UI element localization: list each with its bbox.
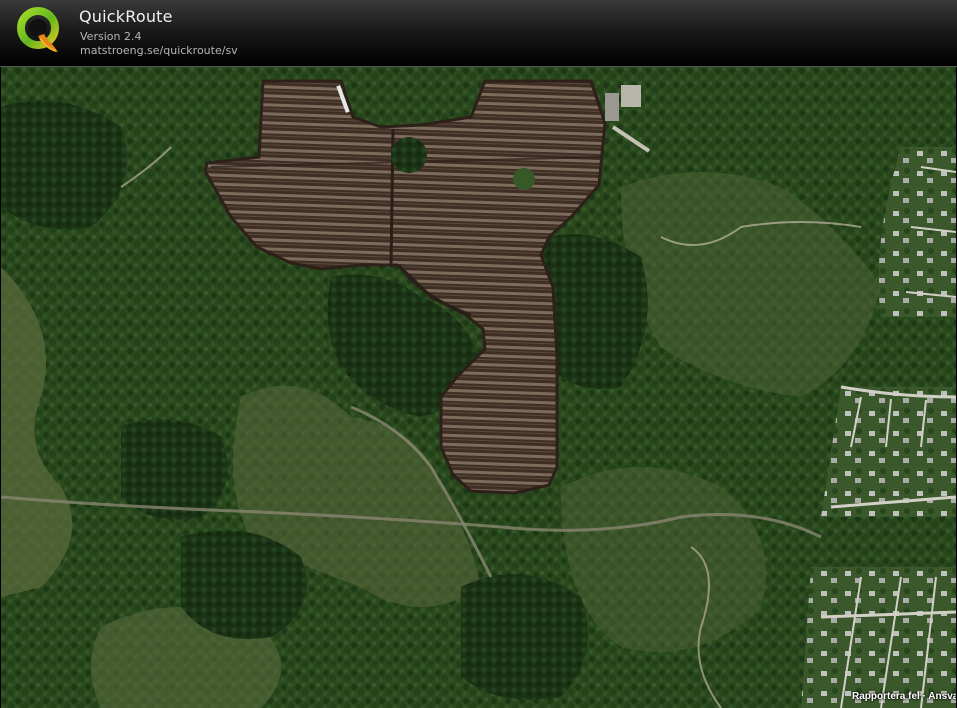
map-viewport[interactable]: Rapportera fel · Ansvar [1, 67, 956, 708]
app-version: Version 2.4 [80, 30, 142, 43]
satellite-map[interactable] [1, 67, 956, 708]
tree-island [513, 168, 535, 190]
dense-forest-area [461, 574, 588, 700]
quickroute-logo-icon [17, 7, 59, 52]
building [621, 85, 641, 107]
app-url-link[interactable]: matstroeng.se/quickroute/sv [80, 44, 238, 57]
app-title: QuickRoute [79, 7, 173, 26]
dense-forest-area [121, 419, 228, 520]
app-header: QuickRoute Version 2.4 matstroeng.se/qui… [0, 0, 957, 67]
tree-island [391, 137, 427, 173]
building [605, 93, 619, 121]
residential-area [801, 567, 956, 708]
map-attribution-link[interactable]: Rapportera fel · Ansvar [852, 691, 956, 702]
dense-forest-area [1, 100, 127, 230]
